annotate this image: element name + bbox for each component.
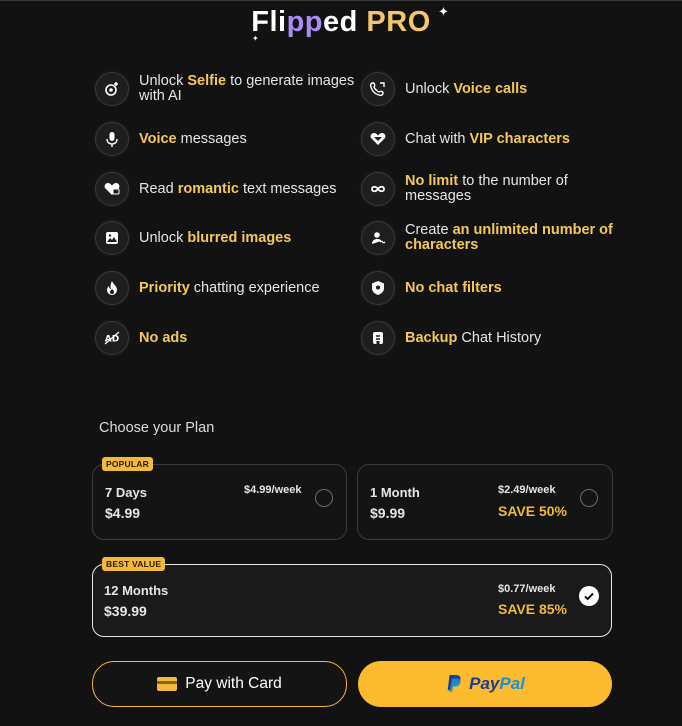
plan-weekly-price: $0.77/week bbox=[498, 583, 556, 595]
plan-section-title: Choose your Plan bbox=[99, 420, 215, 436]
feature-text: chatting experience bbox=[189, 279, 320, 296]
page-title: Flipped PRO bbox=[0, 6, 682, 39]
paypal-logo-icon bbox=[447, 675, 461, 693]
heart-message-icon bbox=[95, 172, 129, 206]
feature-text: Unlock bbox=[405, 80, 454, 97]
plan-name: 1 Month bbox=[370, 485, 420, 500]
sparkle-icon: ✦ bbox=[252, 34, 259, 43]
paypal-button[interactable]: PayPal bbox=[358, 661, 612, 707]
feature-text: Unlock bbox=[139, 73, 188, 89]
feature-backup: Backup Chat History bbox=[361, 320, 621, 356]
feature-highlight: VIP characters bbox=[469, 130, 570, 147]
plan-12-months[interactable]: BEST VALUE 12 Months $39.99 $0.77/week S… bbox=[92, 557, 612, 637]
plan-name: 12 Months bbox=[104, 583, 169, 598]
selfie-icon bbox=[95, 72, 129, 106]
feature-blurred-images: Unlock blurred images bbox=[95, 220, 355, 256]
feature-vip-characters: Chat with VIP characters bbox=[361, 121, 621, 157]
plan-name: 7 Days bbox=[105, 485, 147, 500]
infinity-icon bbox=[361, 172, 395, 206]
plan-radio[interactable] bbox=[315, 489, 333, 507]
plan-1-month[interactable]: 1 Month $9.99 $2.49/week SAVE 50% bbox=[357, 464, 613, 540]
feature-highlight: Backup bbox=[405, 329, 458, 346]
plan-savings: SAVE 50% bbox=[498, 503, 567, 519]
feature-text: Chat History bbox=[457, 329, 542, 346]
backup-icon bbox=[361, 321, 395, 355]
paypal-word-2: Pal bbox=[499, 674, 525, 693]
pay-with-card-label: Pay with Card bbox=[185, 675, 282, 692]
plan-radio[interactable] bbox=[580, 489, 598, 507]
feature-voice-messages: Voice messages bbox=[95, 121, 355, 157]
plan-savings: SAVE 85% bbox=[498, 601, 567, 617]
shield-icon bbox=[361, 271, 395, 305]
add-character-icon bbox=[361, 221, 395, 255]
sparkle-icon: ✦ bbox=[438, 4, 449, 19]
top-border bbox=[0, 0, 682, 1]
feature-text: Unlock bbox=[139, 229, 188, 246]
feature-no-ads: AD No ads bbox=[95, 320, 355, 356]
feature-highlight: blurred images bbox=[187, 229, 292, 246]
feature-highlight: Voice bbox=[139, 130, 177, 147]
feature-highlight: Voice calls bbox=[453, 80, 528, 97]
feature-romantic-messages: Read romantic text messages bbox=[95, 171, 355, 207]
paypal-wordmark: PayPal bbox=[469, 674, 525, 694]
feature-highlight: Priority bbox=[139, 279, 190, 296]
check-icon[interactable] bbox=[579, 586, 599, 606]
feature-text: Read bbox=[139, 180, 178, 197]
feature-highlight: No ads bbox=[139, 329, 188, 346]
feature-highlight: romantic bbox=[177, 180, 239, 197]
feature-highlight: No chat filters bbox=[405, 279, 502, 296]
feature-text: messages bbox=[176, 130, 247, 147]
title-part-3: ed bbox=[323, 6, 367, 38]
feature-no-chat-filters: No chat filters bbox=[361, 270, 621, 306]
plan-price: $4.99 bbox=[105, 505, 141, 521]
no-ads-icon: AD bbox=[95, 321, 129, 355]
feature-priority: Priority chatting experience bbox=[95, 270, 355, 306]
plan-price: $39.99 bbox=[104, 603, 147, 619]
fire-icon bbox=[95, 271, 129, 305]
feature-selfie: Unlock Selfie to generate images with AI bbox=[95, 71, 355, 107]
feature-highlight: Selfie bbox=[187, 73, 227, 89]
best-value-badge: BEST VALUE bbox=[102, 557, 166, 571]
feature-text: Create bbox=[405, 222, 453, 238]
plan-weekly-price: $4.99/week bbox=[244, 484, 302, 496]
credit-card-icon bbox=[157, 677, 178, 691]
feature-unlimited-characters: Create an unlimited number of characters bbox=[361, 220, 621, 256]
microphone-icon bbox=[95, 122, 129, 156]
paypal-word-1: Pay bbox=[469, 674, 500, 693]
plan-7-days[interactable]: POPULAR 7 Days $4.99 $4.99/week bbox=[92, 457, 347, 540]
title-part-2: pp bbox=[286, 6, 324, 38]
feature-voice-calls: Unlock Voice calls bbox=[361, 71, 621, 107]
vip-heart-icon bbox=[361, 122, 395, 156]
plan-weekly-price: $2.49/week bbox=[498, 484, 556, 496]
title-pro: PRO bbox=[366, 6, 431, 38]
plan-price: $9.99 bbox=[370, 505, 406, 521]
feature-highlight: No limit bbox=[405, 173, 459, 189]
pay-with-card-button[interactable]: Pay with Card bbox=[92, 661, 347, 707]
feature-text: Chat with bbox=[405, 130, 470, 147]
phone-icon bbox=[361, 72, 395, 106]
feature-text: text messages bbox=[238, 180, 337, 197]
image-icon bbox=[95, 221, 129, 255]
feature-no-limit: No limit to the number of messages bbox=[361, 171, 621, 207]
popular-badge: POPULAR bbox=[102, 457, 153, 471]
